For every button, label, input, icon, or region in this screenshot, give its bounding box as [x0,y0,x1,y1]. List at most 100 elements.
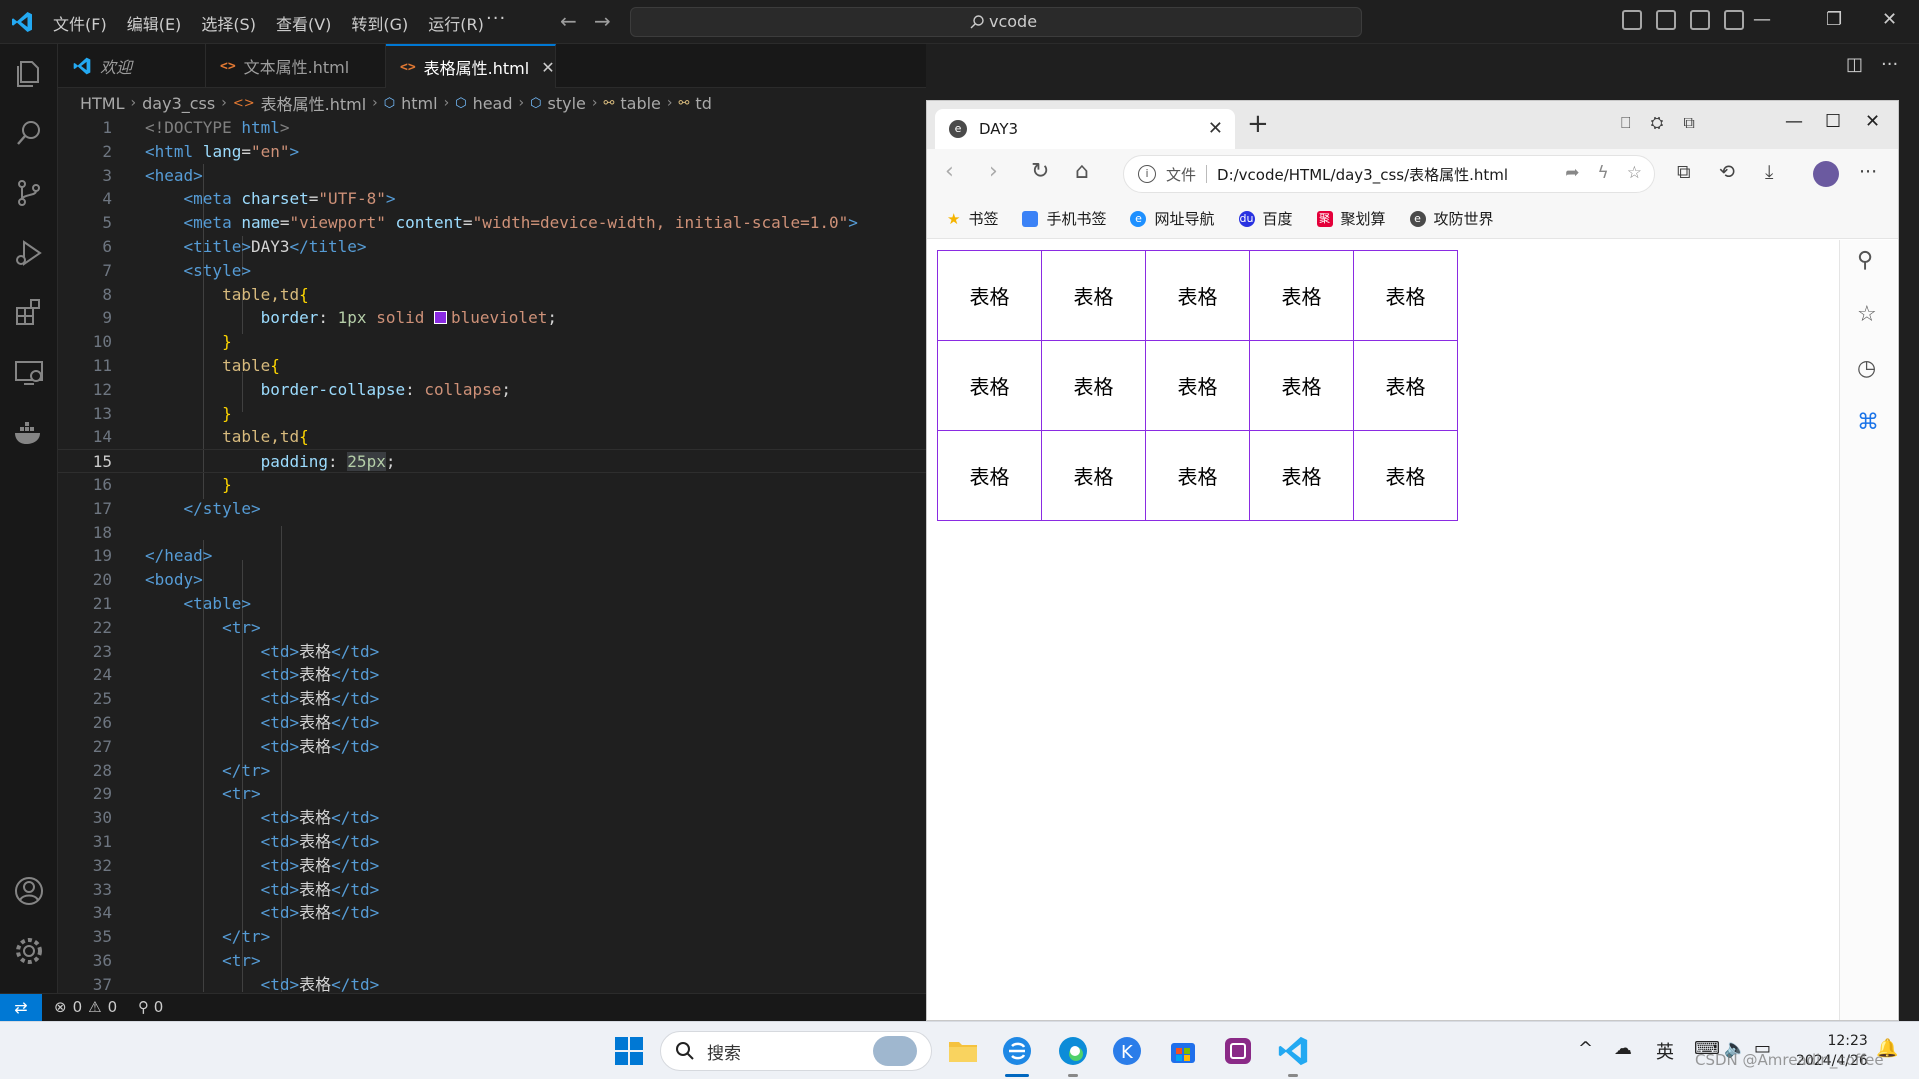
browser-app-icon[interactable] [1000,1034,1034,1068]
remote-explorer-icon[interactable] [12,356,46,390]
back-arrow-icon[interactable]: ← [560,9,577,33]
more-actions-icon[interactable]: ··· [1881,54,1898,75]
menu-edit[interactable]: 编辑(E) [127,11,182,35]
maximize-window-icon[interactable]: ☐ [1825,111,1841,132]
settings-gear-icon[interactable] [12,934,46,968]
url-text[interactable]: D:/vcode/HTML/day3_css/表格属性.html [1217,164,1508,185]
toggle-panel-icon[interactable] [1656,10,1676,30]
extensions-icon[interactable] [12,296,46,330]
onenote-app-icon[interactable] [1221,1034,1255,1068]
line-number: 29 [92,784,112,804]
search-icon [676,1042,694,1060]
microsoft-store-icon[interactable] [1166,1034,1200,1068]
breadcrumb-item[interactable]: style [547,94,585,113]
share-icon[interactable]: ➦ [1565,163,1579,183]
k-app-icon[interactable]: K [1110,1034,1144,1068]
breadcrumb-item[interactable]: html [401,94,437,113]
line-number: 27 [92,736,112,756]
tab-table-properties[interactable]: <> 表格属性.html ✕ [386,44,556,88]
breadcrumb-item[interactable]: day3_css [142,94,215,113]
close-window-icon[interactable]: ✕ [1882,9,1897,30]
toggle-secondary-sidebar-icon[interactable] [1690,10,1710,30]
address-bar[interactable]: i 文件 D:/vcode/HTML/day3_css/表格属性.html ➦ … [1123,155,1655,193]
breadcrumb-item[interactable]: table [620,94,661,113]
incognito-icon[interactable]: ⛭ [1651,113,1664,133]
avatar[interactable] [1813,161,1839,187]
edge-icon[interactable] [1056,1034,1090,1068]
windows-start-icon[interactable] [612,1034,646,1068]
download-icon[interactable]: ⤓ [1765,161,1773,183]
menu-view[interactable]: 查看(V) [276,11,331,35]
table-cell: 表格 [1353,250,1458,341]
minimize-window-icon[interactable]: — [1753,9,1771,30]
tab-welcome[interactable]: 欢迎 [58,44,206,88]
source-control-icon[interactable] [12,176,46,210]
close-window-icon[interactable]: ✕ [1865,111,1880,132]
browser-tab[interactable]: e DAY3 ✕ [935,109,1235,149]
line-number: 26 [92,713,112,732]
info-icon[interactable]: i [1138,165,1156,183]
toggle-sidebar-icon[interactable] [1622,10,1642,30]
sync-icon[interactable]: ⟲ [1719,161,1735,183]
menu-run[interactable]: 运行(R) [428,11,484,35]
close-tab-icon[interactable]: ✕ [541,58,554,77]
code-editor[interactable]: 1 <!DOCTYPE html> 2 <html lang="en"> 3 <hea… [58,116,926,992]
problems-indicator[interactable]: ⊗ 0 ⚠ 0 [54,998,117,1016]
favorite-star-icon[interactable]: ☆ [1627,163,1642,183]
breadcrumb-item[interactable]: 表格属性.html [261,91,367,115]
command-center-search[interactable]: vcode [630,7,1362,37]
lightning-icon[interactable]: ϟ [1598,163,1609,183]
ports-indicator[interactable]: ⚲ 0 [138,998,163,1016]
customize-layout-icon[interactable] [1724,10,1744,30]
translate-icon[interactable]: ⌘ [1857,410,1879,435]
extension-puzzle-icon[interactable]: ⧉ [1683,113,1694,133]
search-icon [970,14,984,28]
more-menu-icon[interactable]: ··· [486,8,506,29]
chevron-up-icon[interactable]: ^ [1578,1038,1593,1059]
history-clock-icon[interactable]: ◷ [1857,356,1876,381]
breadcrumb-item[interactable]: HTML [80,94,125,113]
favorites-star-icon[interactable]: ☆ [1857,302,1877,327]
restore-window-icon[interactable]: ❐ [1826,9,1842,30]
docker-icon[interactable] [12,416,46,450]
bookmark-item[interactable]: e 网址导航 [1130,208,1215,229]
taskbar-search[interactable]: 搜索 [660,1031,932,1071]
more-actions-icon[interactable]: ··· [1859,161,1877,183]
menu-selection[interactable]: 选择(S) [201,11,256,35]
refresh-icon[interactable]: ↻ [1031,159,1049,184]
close-tab-icon[interactable]: ✕ [1208,118,1223,139]
cloud-icon[interactable]: ☁ [1614,1038,1632,1059]
ime-indicator[interactable]: 英 [1656,1038,1674,1064]
accounts-icon[interactable] [12,874,46,908]
remote-indicator-icon[interactable]: ⇄ [0,994,42,1022]
forward-arrow-icon[interactable]: › [989,159,998,184]
breadcrumb-item[interactable]: head [473,94,513,113]
extensions-icon[interactable]: ⧉ [1677,161,1691,183]
bookmark-item[interactable]: du 百度 [1238,208,1293,229]
menu-go[interactable]: 转到(G) [351,11,408,35]
run-debug-icon[interactable] [12,236,46,270]
line-number: 5 [102,213,112,233]
file-explorer-icon[interactable] [946,1034,980,1068]
split-editor-icon[interactable]: ◫ [1846,54,1863,75]
table-cell: 表格 [1353,340,1458,431]
vscode-taskbar-icon[interactable] [1276,1034,1310,1068]
breadcrumb-item[interactable]: td [695,94,711,113]
new-tab-icon[interactable]: + [1247,109,1269,139]
forward-arrow-icon[interactable]: → [594,9,611,33]
explorer-icon[interactable] [12,56,46,90]
bookmark-item[interactable]: 手机书签 [1022,208,1106,229]
bookmark-item[interactable]: ★ 书签 [947,208,998,229]
minimize-window-icon[interactable]: — [1785,111,1803,132]
search-icon[interactable] [12,116,46,150]
tab-text-properties[interactable]: <> 文本属性.html [206,44,386,88]
back-arrow-icon[interactable]: ‹ [945,159,954,184]
bookmark-item[interactable]: e 攻防世界 [1409,208,1494,229]
reading-mode-icon[interactable]: ⎕ [1621,113,1631,133]
home-icon[interactable]: ⌂ [1075,159,1089,184]
bookmark-item[interactable]: 聚聚划算 [1316,208,1386,229]
line-number: 36 [92,951,112,970]
menu-file[interactable]: 文件(F) [53,11,107,35]
search-icon[interactable]: ⚲ [1857,248,1873,273]
color-swatch[interactable] [434,311,447,325]
